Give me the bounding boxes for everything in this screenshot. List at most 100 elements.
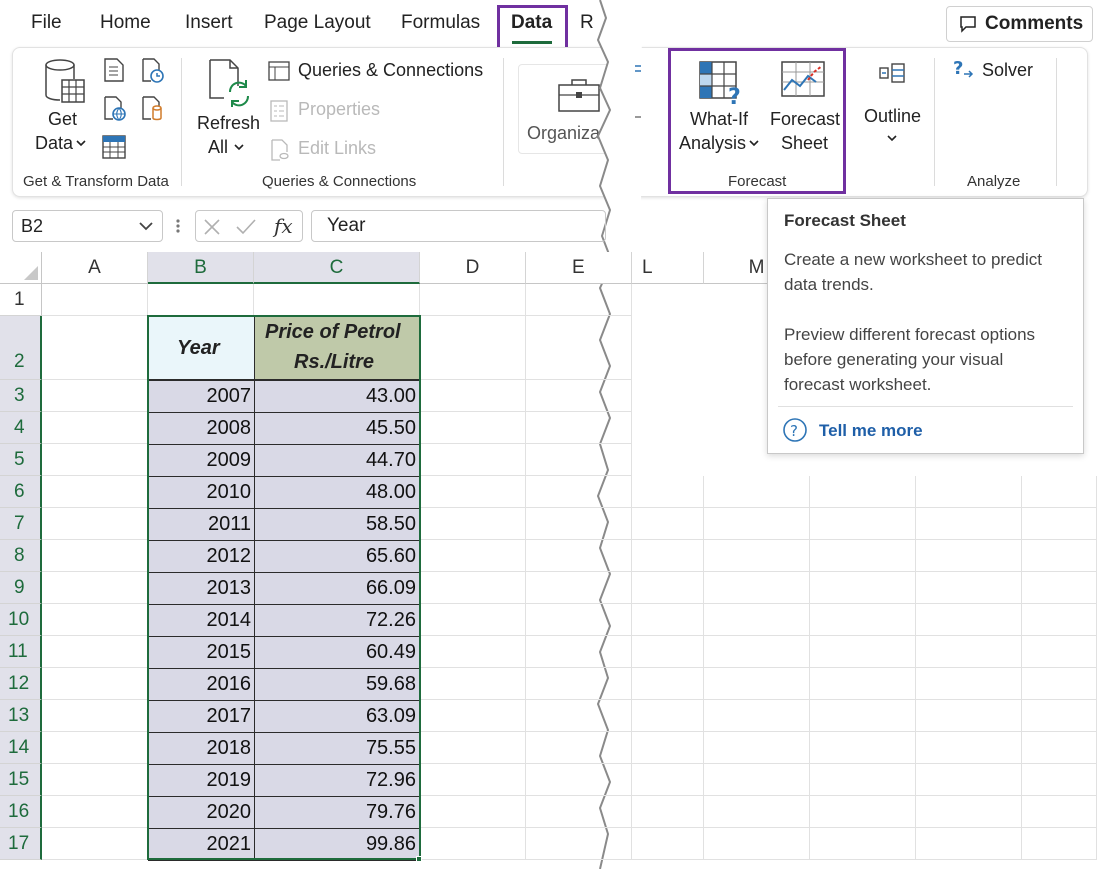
grid-cell[interactable] [526, 732, 632, 764]
grid-cell[interactable] [42, 284, 148, 316]
grid-cell[interactable] [420, 700, 526, 732]
grid-cell[interactable] [810, 540, 916, 572]
column-header-e[interactable]: E [526, 252, 632, 284]
grid-cell[interactable] [420, 636, 526, 668]
grid-cell[interactable] [42, 668, 148, 700]
tab-file[interactable]: File [31, 12, 62, 34]
grid-cell[interactable] [420, 316, 526, 380]
grid-cell[interactable] [1022, 636, 1097, 668]
grid-cell[interactable] [916, 604, 1022, 636]
grid-cell[interactable] [42, 380, 148, 412]
row-header-6[interactable]: 6 [0, 476, 42, 508]
grid-cell[interactable] [42, 412, 148, 444]
grid-cell[interactable] [704, 796, 810, 828]
grid-cell[interactable] [916, 796, 1022, 828]
grid-cell[interactable] [526, 764, 632, 796]
grid-cell[interactable] [810, 732, 916, 764]
row-header-11[interactable]: 11 [0, 636, 42, 668]
column-header-l[interactable]: L [632, 252, 704, 284]
select-all-corner[interactable] [0, 252, 42, 284]
grid-cell[interactable] [1022, 604, 1097, 636]
grid-cell[interactable] [526, 604, 632, 636]
name-box[interactable]: B2 [12, 210, 163, 242]
grid-cell[interactable] [420, 380, 526, 412]
grid-cell[interactable] [810, 604, 916, 636]
outline-button[interactable]: Outline [862, 60, 926, 150]
edit-links-button[interactable]: Edit Links [270, 137, 390, 163]
grid-cell[interactable] [420, 284, 526, 316]
grid-cell[interactable] [632, 636, 704, 668]
grid-cell[interactable] [526, 316, 632, 380]
grid-cell[interactable] [42, 732, 148, 764]
grid-cell[interactable] [526, 572, 632, 604]
grid-cell[interactable] [632, 540, 704, 572]
grid-cell[interactable] [526, 828, 632, 860]
grid-cell[interactable] [632, 828, 704, 860]
grid-cell[interactable] [254, 284, 420, 316]
from-text-icon[interactable] [103, 58, 125, 82]
grid-cell[interactable] [916, 764, 1022, 796]
grid-cell[interactable] [42, 508, 148, 540]
grid-cell[interactable] [916, 636, 1022, 668]
grid-cell[interactable] [632, 572, 704, 604]
tell-me-more-link[interactable]: ? Tell me more [782, 417, 982, 443]
grid-cell[interactable] [704, 668, 810, 700]
grid-cell[interactable] [526, 540, 632, 572]
grid-cell[interactable] [42, 444, 148, 476]
grid-cell[interactable] [526, 444, 632, 476]
row-header-14[interactable]: 14 [0, 732, 42, 764]
grid-cell[interactable] [916, 508, 1022, 540]
grid-cell[interactable] [420, 796, 526, 828]
grid-cell[interactable] [1022, 828, 1097, 860]
row-header-15[interactable]: 15 [0, 764, 42, 796]
grid-cell[interactable] [420, 828, 526, 860]
solver-button[interactable]: ? Solver [952, 58, 1042, 84]
grid-cell[interactable] [1022, 572, 1097, 604]
row-header-10[interactable]: 10 [0, 604, 42, 636]
grid-cell[interactable] [42, 636, 148, 668]
grid-cell[interactable] [420, 444, 526, 476]
grid-cell[interactable] [810, 764, 916, 796]
grid-cell[interactable] [810, 572, 916, 604]
grid-cell[interactable] [420, 572, 526, 604]
grid-cell[interactable] [810, 668, 916, 700]
grid-cell[interactable] [526, 508, 632, 540]
grid-cell[interactable] [1022, 668, 1097, 700]
grid-cell[interactable] [42, 572, 148, 604]
cancel-icon[interactable] [203, 218, 221, 236]
grid-cell[interactable] [810, 700, 916, 732]
more-options-icon[interactable] [175, 216, 181, 236]
grid-cell[interactable] [420, 508, 526, 540]
grid-cell[interactable] [916, 732, 1022, 764]
column-header-d[interactable]: D [420, 252, 526, 284]
fill-handle[interactable] [416, 856, 422, 862]
grid-cell[interactable] [704, 540, 810, 572]
grid-cell[interactable] [420, 668, 526, 700]
tab-page-layout[interactable]: Page Layout [264, 12, 371, 34]
grid-cell[interactable] [916, 668, 1022, 700]
grid-cell[interactable] [1022, 540, 1097, 572]
grid-cell[interactable] [632, 604, 704, 636]
grid-cell[interactable] [704, 732, 810, 764]
grid-cell[interactable] [632, 732, 704, 764]
grid-cell[interactable] [704, 604, 810, 636]
existing-connections-icon[interactable] [141, 96, 165, 122]
grid-cell[interactable] [916, 540, 1022, 572]
grid-cell[interactable] [526, 796, 632, 828]
grid-cell[interactable] [632, 508, 704, 540]
tab-insert[interactable]: Insert [185, 12, 233, 34]
column-header-b[interactable]: B [148, 252, 254, 284]
text-to-columns-icon[interactable] [633, 64, 643, 78]
grid-cell[interactable] [704, 828, 810, 860]
insert-function-icon[interactable]: fx [274, 214, 293, 238]
row-header-7[interactable]: 7 [0, 508, 42, 540]
grid-cell[interactable] [420, 764, 526, 796]
row-header-2[interactable]: 2 [0, 316, 42, 380]
grid-cell[interactable] [810, 508, 916, 540]
grid-cell[interactable] [704, 636, 810, 668]
from-web-icon[interactable] [103, 96, 127, 122]
grid-cell[interactable] [704, 764, 810, 796]
tab-home[interactable]: Home [100, 12, 151, 34]
grid-cell[interactable] [810, 796, 916, 828]
grid-cell[interactable] [420, 476, 526, 508]
